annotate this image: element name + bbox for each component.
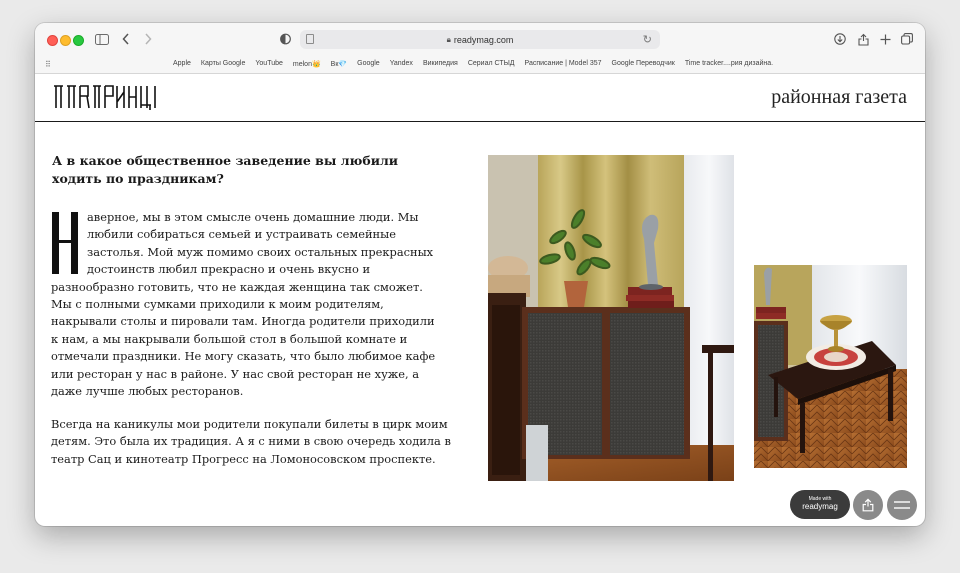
sidebar-icon[interactable] [94, 31, 110, 47]
browser-window: 🔒︎ readymag.com ↻ ⠿ Apple Карты Google You… [35, 23, 925, 526]
site-logo[interactable] [52, 84, 162, 110]
favorite-item[interactable]: Apple [173, 60, 191, 68]
favorite-item[interactable]: Википедия [423, 60, 458, 68]
favorite-item[interactable]: melon👑 [293, 60, 321, 68]
browser-toolbar: 🔒︎ readymag.com ↻ [35, 23, 925, 56]
article-question: А в какое общественное заведение вы люби… [52, 153, 399, 186]
drop-cap-letter [51, 212, 79, 274]
minimize-window-button[interactable] [60, 35, 71, 46]
chevron-left-icon[interactable] [120, 31, 132, 47]
site-header: районная газета [35, 74, 925, 122]
favorite-item[interactable]: Вк💎 [331, 60, 347, 68]
favorite-item[interactable]: Yandex [390, 60, 413, 68]
share-button[interactable] [853, 490, 883, 520]
photo-speakers-room [488, 155, 734, 481]
favorite-item[interactable]: Google [357, 60, 380, 68]
shield-icon[interactable] [278, 31, 292, 47]
favorite-item[interactable]: Карты Google [201, 60, 245, 68]
page-icon [306, 34, 314, 44]
hamburger-menu-icon [894, 501, 910, 509]
favorite-item[interactable]: YouTube [255, 60, 283, 68]
article-paragraph-1: аверное, мы в этом смысле очень домашние… [51, 209, 443, 400]
plus-icon[interactable] [878, 31, 892, 47]
grid-icon[interactable]: ⠿ [45, 60, 51, 69]
made-with-readymag-badge[interactable]: Made with readymag [790, 490, 850, 519]
address-bar[interactable]: 🔒︎ readymag.com ↻ [300, 30, 660, 49]
favorite-item[interactable]: Расписание | Model 357 [525, 60, 602, 68]
reload-icon[interactable]: ↻ [643, 33, 652, 46]
favorite-item[interactable]: Сериал СТЫД [468, 60, 515, 68]
readymag-brand: readymag [802, 502, 838, 511]
paragraph-1-text: аверное, мы в этом смысле очень домашние… [51, 210, 436, 399]
download-icon[interactable] [833, 31, 847, 47]
favorite-item[interactable]: Google Переводчик [612, 60, 675, 68]
site-tagline: районная газета [771, 86, 907, 108]
article-paragraph-2: Всегда на каникулы мои родители покупали… [51, 417, 451, 466]
share-icon [862, 498, 874, 512]
url-text: readymag.com [453, 34, 514, 45]
favorites-list: Apple Карты Google YouTube melon👑 Вк💎 Google Y… [173, 60, 783, 68]
photo-table-bowl [754, 265, 907, 468]
menu-button[interactable] [887, 490, 917, 520]
tabs-overview-icon[interactable] [900, 31, 914, 47]
lock-icon: 🔒︎ [446, 34, 451, 44]
close-window-button[interactable] [47, 35, 58, 46]
favorite-item[interactable]: Time tracker....рия дизайна. [685, 60, 773, 68]
chevron-right-icon[interactable] [142, 31, 154, 47]
zoom-window-button[interactable] [73, 35, 84, 46]
share-icon[interactable] [856, 31, 870, 47]
favorites-bar: ⠿ Apple Карты Google YouTube melon👑 Вк💎 Googl… [35, 56, 925, 74]
